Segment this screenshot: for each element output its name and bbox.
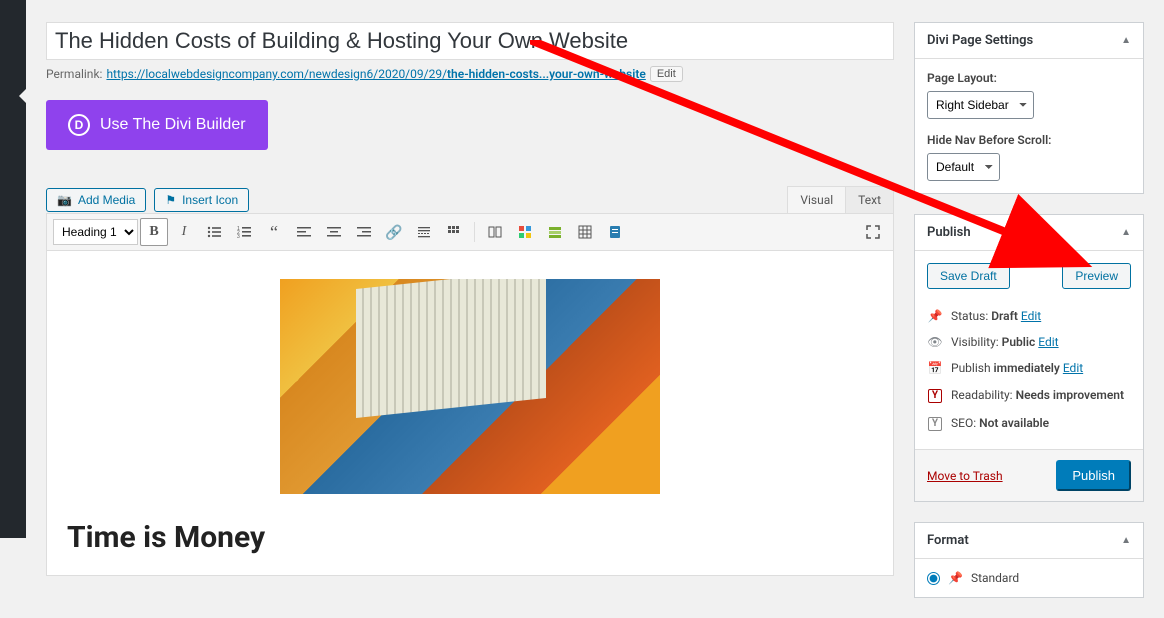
tablepress-button[interactable] [541,218,569,246]
publish-panel: Publish▲ Save Draft Preview 📌Status: Dra… [914,214,1144,502]
pushpin-icon: 📌 [948,571,963,585]
format-standard-radio[interactable] [927,572,940,585]
permalink-row: Permalink: https://localwebdesigncompany… [46,66,894,82]
post-title-input[interactable] [46,22,894,60]
insert-more-button[interactable] [410,218,438,246]
collapse-icon: ▲ [1121,35,1131,46]
admin-sidebar[interactable] [0,0,26,538]
featured-image [280,279,660,494]
edit-slug-button[interactable]: Edit [650,66,683,82]
yoast-seo-icon: Y [927,415,943,431]
color-grid-button[interactable] [511,218,539,246]
move-to-trash-link[interactable]: Move to Trash [927,469,1003,483]
editor: Heading 1 B I 123 “ 🔗 [46,213,894,576]
align-center-button[interactable] [320,218,348,246]
editor-content[interactable]: Time is Money [47,251,893,575]
tab-text[interactable]: Text [846,186,894,213]
edit-visibility-link[interactable]: Edit [1038,335,1058,349]
editor-toolbar: Heading 1 B I 123 “ 🔗 [47,214,893,251]
link-button[interactable]: 🔗 [380,218,408,246]
wpforms-button[interactable] [601,218,629,246]
permalink-link[interactable]: https://localwebdesigncompany.com/newdes… [106,67,645,81]
collapse-icon: ▲ [1121,227,1131,238]
toolbar-toggle-button[interactable] [440,218,468,246]
page-layout-label: Page Layout: [927,71,1131,85]
collapse-icon: ▲ [1121,535,1131,546]
bold-button[interactable]: B [140,218,168,246]
yoast-readability-icon: Y [927,387,943,403]
numbered-list-button[interactable]: 123 [230,218,258,246]
publish-button[interactable]: Publish [1056,460,1131,491]
publish-panel-header[interactable]: Publish▲ [915,215,1143,251]
svg-text:3: 3 [237,234,240,239]
permalink-label: Permalink: [46,67,102,81]
hide-nav-label: Hide Nav Before Scroll: [927,133,1131,147]
hide-nav-select[interactable]: Default [927,153,1000,181]
insert-table-button[interactable] [571,218,599,246]
fullscreen-button[interactable] [859,218,887,246]
add-media-button[interactable]: 📷 Add Media [46,188,146,212]
format-standard-label: Standard [971,571,1019,585]
italic-button[interactable]: I [170,218,198,246]
page-layout-select[interactable]: Right Sidebar [927,91,1034,119]
columns-button[interactable] [481,218,509,246]
divi-button-label: Use The Divi Builder [100,116,246,134]
camera-icon: 📷 [57,193,72,207]
edit-status-link[interactable]: Edit [1021,309,1041,323]
format-select[interactable]: Heading 1 [53,219,138,245]
use-divi-builder-button[interactable]: D Use The Divi Builder [46,100,268,150]
divi-panel-header[interactable]: Divi Page Settings▲ [915,23,1143,59]
eye-icon: 👁 [927,335,943,349]
save-draft-button[interactable]: Save Draft [927,263,1010,289]
toolbar-separator [474,222,475,242]
edit-schedule-link[interactable]: Edit [1063,361,1083,375]
format-panel: Format▲ 📌 Standard [914,522,1144,598]
bullet-list-button[interactable] [200,218,228,246]
preview-button[interactable]: Preview [1062,263,1131,289]
align-left-button[interactable] [290,218,318,246]
calendar-icon: 📅 [927,361,943,375]
flag-icon: ⚑ [165,193,176,207]
align-right-button[interactable] [350,218,378,246]
format-panel-header[interactable]: Format▲ [915,523,1143,559]
pin-icon: 📌 [927,309,943,323]
divi-logo-icon: D [68,114,90,136]
insert-icon-button[interactable]: ⚑ Insert Icon [154,188,249,212]
divi-settings-panel: Divi Page Settings▲ Page Layout: Right S… [914,22,1144,194]
active-menu-indicator [19,88,27,104]
tab-visual[interactable]: Visual [787,186,846,213]
blockquote-button[interactable]: “ [260,218,288,246]
